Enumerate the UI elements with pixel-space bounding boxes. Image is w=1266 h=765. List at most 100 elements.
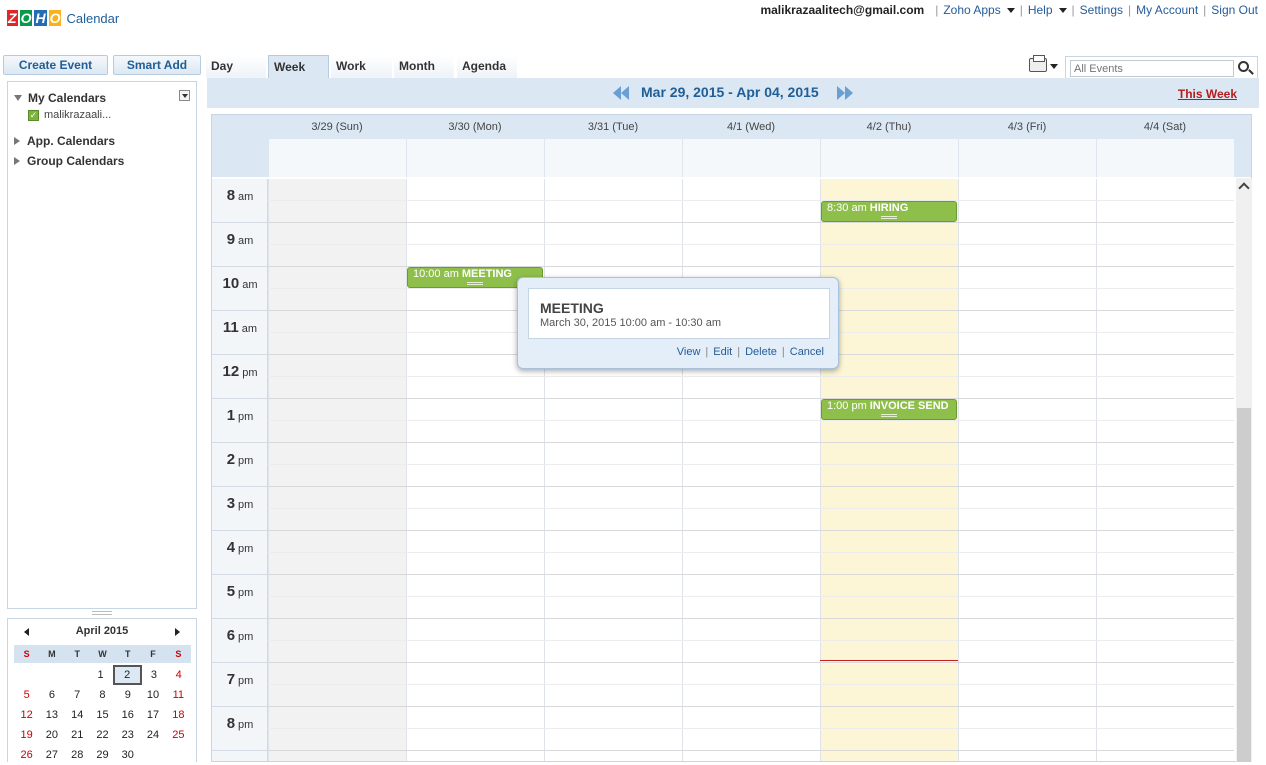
mini-calendar-day[interactable]: 20	[39, 725, 64, 745]
mini-calendar-day[interactable]: 8	[90, 685, 115, 705]
mini-calendar-day[interactable]: 4	[166, 665, 191, 685]
delete-link[interactable]: Delete	[745, 346, 777, 358]
time-grid: 8 am 9 am 10 am 11 am 12 pm 1 pm 2 pm 3 pm 4 pm 5 pm 6 pm 7 pm 8…	[212, 179, 1251, 761]
previous-week-icon[interactable]	[613, 86, 629, 100]
half-hour-line	[268, 640, 1234, 641]
all-day-cell[interactable]	[1096, 139, 1234, 177]
mini-calendar-day[interactable]: 23	[115, 725, 140, 745]
all-day-cell[interactable]	[682, 139, 820, 177]
day-header[interactable]: 4/3 (Fri)	[958, 115, 1096, 139]
mini-calendar-day[interactable]: 11	[166, 685, 191, 705]
all-day-cell[interactable]	[958, 139, 1096, 177]
checkbox-checked-icon[interactable]: ✓	[28, 109, 39, 121]
chevron-down-icon[interactable]	[1050, 64, 1058, 69]
mini-calendar-day[interactable]: 30	[115, 745, 140, 765]
my-calendars-toggle[interactable]: My Calendars	[14, 91, 106, 105]
cancel-link[interactable]: Cancel	[790, 346, 824, 358]
my-calendars-dropdown-button[interactable]	[179, 90, 190, 101]
day-header[interactable]: 3/31 (Tue)	[544, 115, 682, 139]
time-label: 6 pm	[212, 627, 268, 644]
scroll-up-icon[interactable]	[1238, 182, 1250, 194]
search-input[interactable]	[1070, 60, 1234, 77]
tab-work[interactable]: Work	[331, 55, 392, 78]
mini-calendar-day[interactable]: 2	[112, 665, 142, 685]
mini-calendar-day[interactable]: 1	[88, 665, 113, 685]
app-calendars-toggle[interactable]: App. Calendars	[14, 134, 115, 148]
mini-calendar-next-icon[interactable]	[175, 628, 180, 636]
time-divider	[212, 530, 268, 531]
panel-resize-grip[interactable]	[92, 611, 112, 615]
mini-calendar-day[interactable]: 10	[140, 685, 165, 705]
help-menu[interactable]: Help	[1028, 3, 1067, 17]
zoho-apps-menu[interactable]: Zoho Apps	[943, 3, 1015, 17]
mini-calendar-day	[63, 665, 88, 685]
mini-calendar-day[interactable]: 22	[90, 725, 115, 745]
mini-calendar-day[interactable]: 5	[14, 685, 39, 705]
time-divider	[212, 618, 268, 619]
day-header-row: 3/29 (Sun) 3/30 (Mon) 3/31 (Tue) 4/1 (Wed) 4…	[212, 115, 1251, 139]
hour-line	[268, 222, 1234, 223]
mini-calendar-day[interactable]: 16	[115, 705, 140, 725]
settings-link[interactable]: Settings	[1080, 3, 1123, 17]
all-day-cell[interactable]	[406, 139, 544, 177]
resize-handle-icon[interactable]	[881, 414, 897, 417]
day-header[interactable]: 4/2 (Thu)	[820, 115, 958, 139]
mini-calendar-day[interactable]: 28	[65, 745, 90, 765]
mini-calendar-day[interactable]: 14	[65, 705, 90, 725]
mini-calendar-day[interactable]: 7	[65, 685, 90, 705]
mini-calendar-day[interactable]: 13	[39, 705, 64, 725]
time-divider	[212, 486, 268, 487]
day-header[interactable]: 4/4 (Sat)	[1096, 115, 1234, 139]
all-day-cell[interactable]	[820, 139, 958, 177]
mini-calendar-day[interactable]: 17	[140, 705, 165, 725]
view-link[interactable]: View	[677, 346, 701, 358]
event-popup-actions: View | Edit | Delete | Cancel	[677, 346, 824, 358]
event-block[interactable]: 1:00 pm INVOICE SEND	[821, 399, 957, 420]
search-icon[interactable]	[1238, 61, 1249, 72]
vertical-scrollbar[interactable]	[1236, 178, 1252, 762]
resize-handle-icon[interactable]	[467, 282, 483, 285]
mini-calendar-day[interactable]: 9	[115, 685, 140, 705]
all-day-cell[interactable]	[544, 139, 682, 177]
my-account-link[interactable]: My Account	[1136, 3, 1198, 17]
edit-link[interactable]: Edit	[713, 346, 732, 358]
time-label: 1 pm	[212, 407, 268, 424]
group-calendars-toggle[interactable]: Group Calendars	[14, 154, 124, 168]
day-header[interactable]: 3/30 (Mon)	[406, 115, 544, 139]
weekday-label: T	[74, 649, 80, 659]
smart-add-button[interactable]: Smart Add	[113, 55, 201, 75]
printer-icon[interactable]	[1029, 55, 1047, 72]
day-header[interactable]: 4/1 (Wed)	[682, 115, 820, 139]
this-week-link[interactable]: This Week	[1178, 87, 1237, 101]
mini-calendar-day[interactable]: 15	[90, 705, 115, 725]
tab-day[interactable]: Day	[206, 55, 266, 78]
mini-calendar-day[interactable]: 25	[166, 725, 191, 745]
half-hour-line	[268, 684, 1234, 685]
mini-calendar-day[interactable]: 19	[14, 725, 39, 745]
event-popup: MEETING March 30, 2015 10:00 am - 10:30 …	[517, 277, 839, 369]
all-day-cell[interactable]	[268, 139, 406, 177]
mini-calendar-day[interactable]: 6	[39, 685, 64, 705]
mini-calendar-day[interactable]: 27	[39, 745, 64, 765]
tab-week[interactable]: Week	[268, 55, 329, 78]
mini-calendar-day[interactable]: 12	[14, 705, 39, 725]
sign-out-link[interactable]: Sign Out	[1211, 3, 1258, 17]
resize-handle-icon[interactable]	[881, 216, 897, 219]
time-label: 11 am	[212, 319, 268, 336]
tab-agenda[interactable]: Agenda	[457, 55, 517, 78]
mini-calendar-day[interactable]: 3	[142, 665, 167, 685]
day-header[interactable]: 3/29 (Sun)	[268, 115, 406, 139]
mini-calendar-day[interactable]: 21	[65, 725, 90, 745]
zoho-logo[interactable]: ZOHO Calendar	[6, 4, 119, 32]
event-block[interactable]: 8:30 am HIRING	[821, 201, 957, 222]
action-separator: |	[737, 346, 741, 358]
tab-month[interactable]: Month	[394, 55, 454, 78]
mini-calendar-day[interactable]: 26	[14, 745, 39, 765]
create-event-button[interactable]: Create Event	[3, 55, 108, 75]
mini-calendar-day[interactable]: 29	[90, 745, 115, 765]
scrollbar-thumb[interactable]	[1237, 408, 1251, 762]
mini-calendar-day[interactable]: 18	[166, 705, 191, 725]
calendar-item[interactable]: ✓ malikrazaali...	[28, 109, 111, 121]
mini-calendar-day[interactable]: 24	[140, 725, 165, 745]
next-week-icon[interactable]	[837, 86, 853, 100]
